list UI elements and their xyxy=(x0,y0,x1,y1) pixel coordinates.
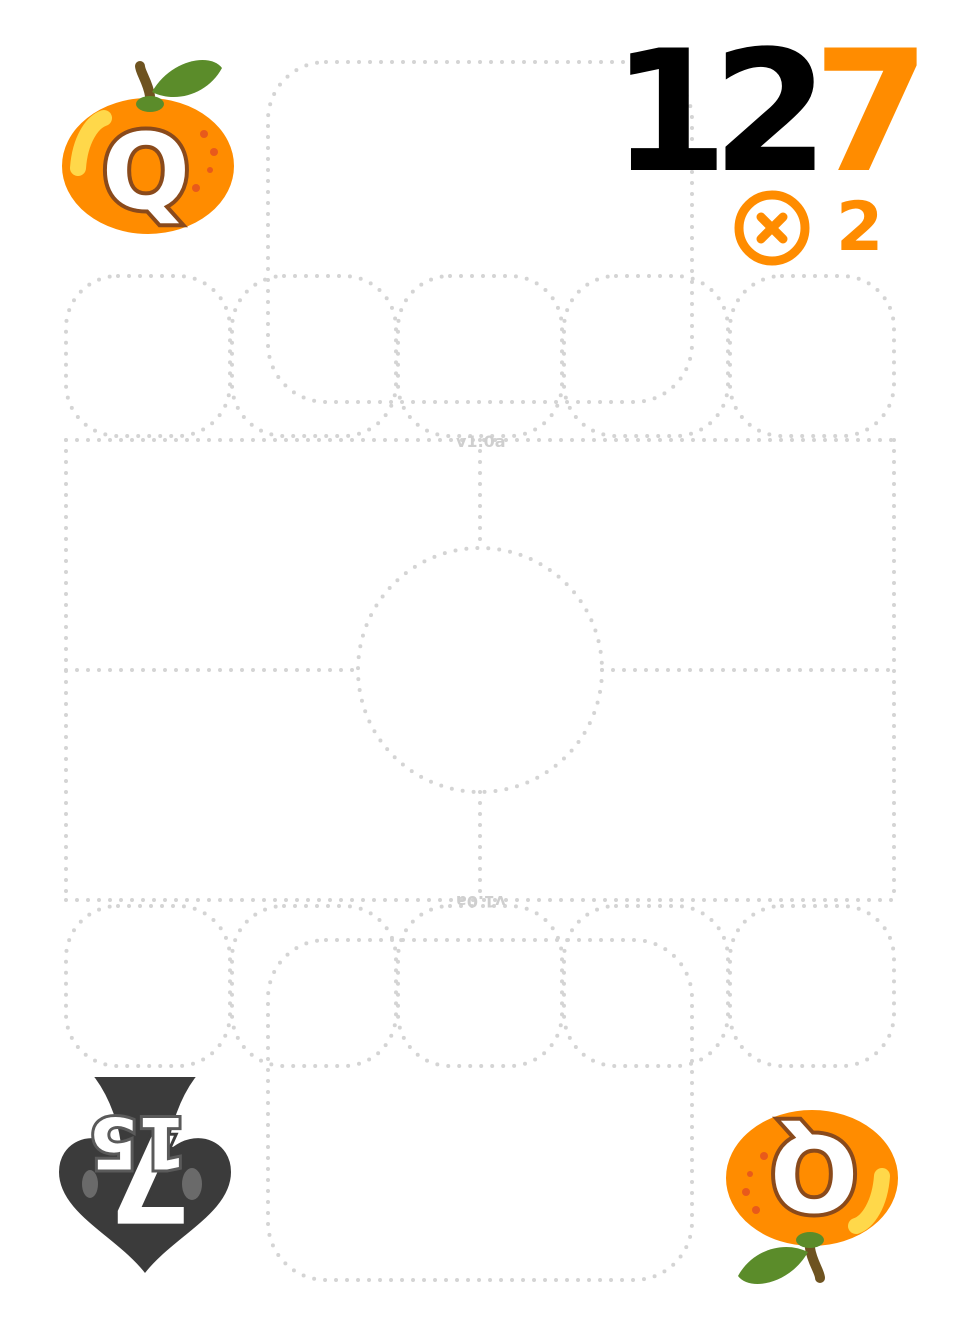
score-prefix: 12 xyxy=(611,14,829,210)
multiplier-value: 2 xyxy=(836,188,884,267)
multiplier: 2 xyxy=(732,188,883,268)
circled-x-icon xyxy=(734,190,810,266)
score-accent-digit: 7 xyxy=(813,14,930,210)
card-score: 127 xyxy=(611,28,930,196)
game-card: v1.0a v1.0a Q Q 7 15 127 2 xyxy=(0,0,960,1344)
opponent-value: 15 xyxy=(89,1101,186,1183)
